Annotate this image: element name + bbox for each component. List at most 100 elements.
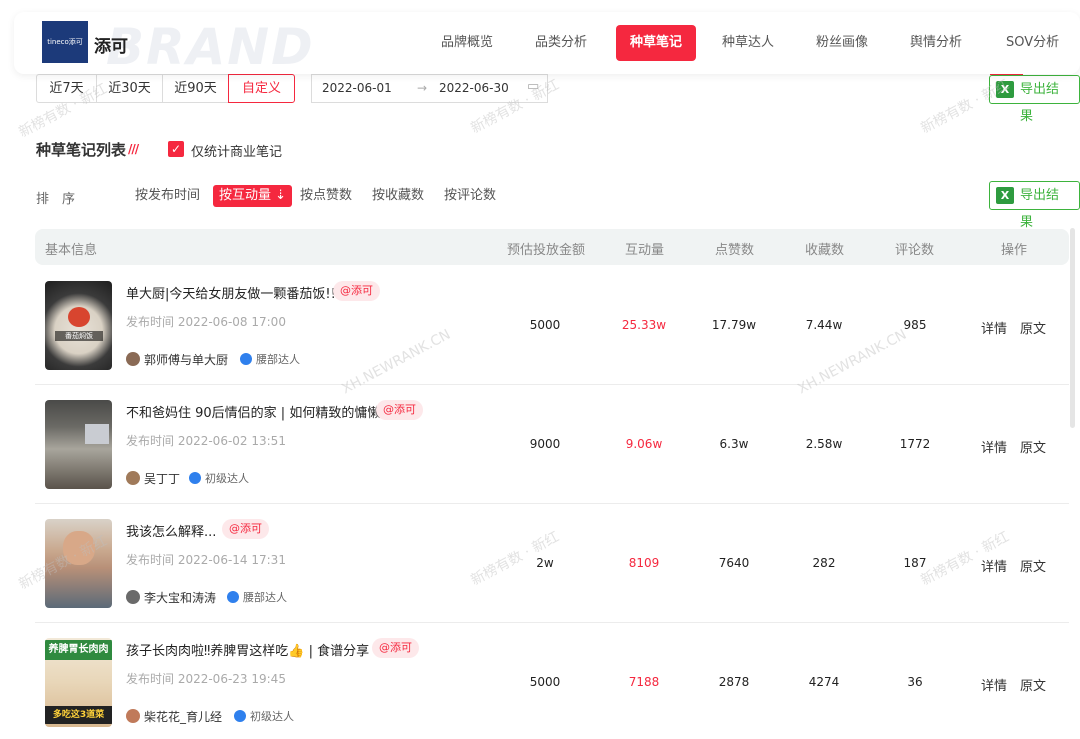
thumbnail-caption: 养脾胃长肉肉 [45, 640, 112, 660]
publish-time: 发布时间 2022-06-23 19:45 [126, 672, 286, 686]
note-title[interactable]: 我该怎么解释... [126, 521, 216, 540]
favorites: 2.58w [805, 437, 843, 451]
nav-seeding-notes[interactable]: 种草笔记 [616, 25, 696, 61]
comments: 187 [903, 556, 927, 570]
export-label: 导出结果 [1020, 188, 1060, 230]
title-decoration-icon: /// [128, 142, 139, 156]
note-title[interactable]: 单大厨|今天给女朋友做一颗番茄饭!! [126, 283, 336, 302]
top-navigation-bar: BRAND tineco添可 添可 品牌概览 品类分析 种草笔记 种草达人 粉丝… [14, 12, 1080, 76]
export-button-top[interactable]: X 导出结果 [989, 75, 1080, 124]
avatar[interactable] [126, 471, 140, 485]
section-title: 种草笔记列表 [36, 141, 127, 159]
detail-link[interactable]: 详情 [981, 437, 1007, 456]
level-label: 腰部达人 [256, 353, 300, 366]
scrollbar[interactable] [1070, 228, 1075, 428]
export-label: 导出结果 [1020, 82, 1060, 124]
likes: 17.79w [711, 318, 757, 332]
detail-link[interactable]: 详情 [981, 318, 1007, 337]
estimated-amount: 9000 [529, 437, 561, 451]
note-title[interactable]: 不和爸妈住 90后情侣的家 | 如何精致的慵懒 [126, 402, 380, 421]
interactions: 9.06w [625, 437, 663, 451]
author-name[interactable]: 李大宝和涛涛 [144, 589, 216, 606]
date-option-7days[interactable]: 近7天 [36, 74, 97, 103]
header-estimated-amount[interactable]: 预估投放金额 [507, 239, 585, 258]
sort-by-interactions[interactable]: 按互动量 ⇣ [213, 185, 293, 207]
excel-icon: X [996, 187, 1014, 204]
note-title[interactable]: 孩子长肉肉啦‼养脾胃这样吃👍 | 食谱分享 [126, 640, 369, 659]
date-start[interactable]: 2022-06-01 [322, 81, 392, 95]
interactions: 25.33w [621, 318, 667, 332]
table-row: 不和爸妈住 90后情侣的家 | 如何精致的慵懒 @添可 发布时间 2022-06… [35, 385, 1069, 504]
date-range-picker[interactable]: 2022-06-01 → 2022-06-30 ▭ [311, 74, 548, 103]
sort-by-favorites[interactable]: 按收藏数 [366, 185, 430, 207]
estimated-amount: 5000 [529, 675, 561, 689]
thumbnail-caption: 多吃这3道菜 [45, 706, 112, 724]
influencer-level: 腰部达人 [240, 351, 300, 367]
range-arrow: → [417, 81, 428, 95]
date-option-30days[interactable]: 近30天 [96, 74, 163, 103]
date-option-custom[interactable]: 自定义 [228, 74, 295, 103]
original-link[interactable]: 原文 [1020, 556, 1046, 575]
nav-sov-analysis[interactable]: SOV分析 [994, 25, 1071, 61]
thumbnail-caption: 番茄焖饭 [55, 331, 103, 341]
sort-by-publish-time[interactable]: 按发布时间 [129, 185, 206, 207]
detail-link[interactable]: 详情 [981, 556, 1007, 575]
note-thumbnail[interactable] [45, 400, 112, 489]
author-name[interactable]: 吴丁丁 [144, 470, 180, 487]
main-nav: 品牌概览 品类分析 种草笔记 种草达人 粉丝画像 舆情分析 SOV分析 [14, 25, 1080, 61]
brand-tag: @添可 [222, 519, 269, 539]
avatar[interactable] [126, 352, 140, 366]
comments: 985 [903, 318, 927, 332]
sort-desc-icon: ⇣ [271, 188, 287, 203]
table-row: 养脾胃长肉肉 多吃这3道菜 孩子长肉肉啦‼养脾胃这样吃👍 | 食谱分享 @添可 … [35, 623, 1069, 739]
likes: 6.3w [719, 437, 749, 451]
table-row: 番茄焖饭 单大厨|今天给女朋友做一颗番茄饭!! @添可 发布时间 2022-06… [35, 266, 1069, 385]
header-favorites[interactable]: 收藏数 [805, 239, 844, 258]
export-button-list[interactable]: X 导出结果 [989, 181, 1080, 230]
commercial-only-checkbox[interactable]: ✓ [168, 141, 184, 157]
note-thumbnail[interactable]: 番茄焖饭 [45, 281, 112, 370]
author-name[interactable]: 柴花花_育儿经 [144, 708, 222, 725]
calendar-icon[interactable]: ▭ [527, 79, 539, 94]
avatar[interactable] [126, 709, 140, 723]
brand-tag: @添可 [333, 281, 380, 301]
header-actions: 操作 [1001, 243, 1028, 258]
publish-time: 发布时间 2022-06-08 17:00 [126, 315, 286, 329]
author-name[interactable]: 郭师傅与单大厨 [144, 351, 228, 368]
header-interactions[interactable]: 互动量 [625, 239, 664, 258]
brand-tag: @添可 [372, 638, 419, 658]
comments: 1772 [899, 437, 931, 451]
sort-by-comments[interactable]: 按评论数 [438, 185, 502, 207]
level-badge-icon [240, 353, 252, 365]
nav-fan-profile[interactable]: 粉丝画像 [804, 25, 880, 61]
nav-sentiment-analysis[interactable]: 舆情分析 [898, 25, 974, 61]
favorites: 4274 [808, 675, 840, 689]
original-link[interactable]: 原文 [1020, 437, 1046, 456]
original-link[interactable]: 原文 [1020, 318, 1046, 337]
date-end[interactable]: 2022-06-30 [439, 81, 509, 95]
commercial-only-label[interactable]: 仅统计商业笔记 [191, 141, 282, 160]
detail-link[interactable]: 详情 [981, 675, 1007, 694]
table-row: 我该怎么解释... @添可 发布时间 2022-06-14 17:31 李大宝和… [35, 504, 1069, 623]
excel-icon: X [996, 81, 1014, 98]
note-thumbnail[interactable] [45, 519, 112, 608]
note-thumbnail[interactable]: 养脾胃长肉肉 多吃这3道菜 [45, 638, 112, 727]
level-label: 初级达人 [205, 472, 249, 485]
nav-category-analysis[interactable]: 品类分析 [523, 25, 599, 61]
estimated-amount: 2w [536, 556, 554, 570]
header-basic-info: 基本信息 [45, 243, 98, 258]
level-label: 腰部达人 [243, 591, 287, 604]
sort-by-likes[interactable]: 按点赞数 [294, 185, 358, 207]
influencer-level: 初级达人 [234, 708, 294, 724]
nav-brand-overview[interactable]: 品牌概览 [429, 25, 505, 61]
level-badge-icon [227, 591, 239, 603]
date-option-90days[interactable]: 近90天 [162, 74, 229, 103]
nav-seeding-influencers[interactable]: 种草达人 [710, 25, 786, 61]
avatar[interactable] [126, 590, 140, 604]
publish-time: 发布时间 2022-06-02 13:51 [126, 434, 286, 448]
favorites: 282 [812, 556, 836, 570]
header-likes[interactable]: 点赞数 [715, 239, 754, 258]
original-link[interactable]: 原文 [1020, 675, 1046, 694]
likes: 2878 [718, 675, 750, 689]
header-comments[interactable]: 评论数 [895, 239, 934, 258]
